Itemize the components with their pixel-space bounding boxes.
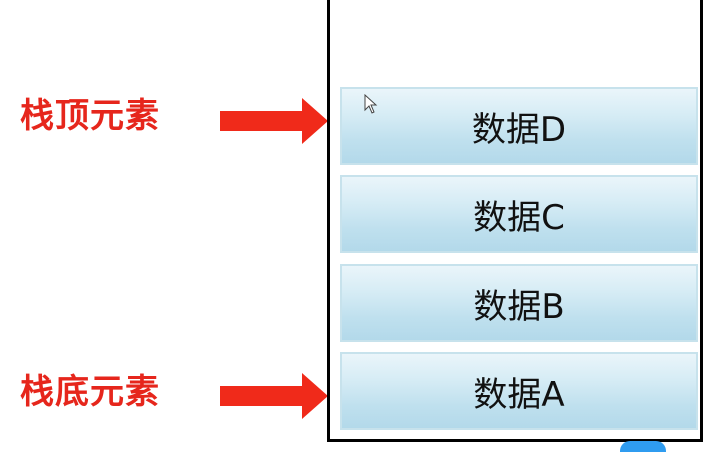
stack-item-c: 数据C <box>340 175 698 253</box>
mouse-pointer-icon <box>364 94 378 114</box>
stack-top-label: 栈顶元素 <box>20 96 160 136</box>
corner-badge <box>620 441 666 452</box>
stack-item-d: 数据D <box>340 87 698 165</box>
stack-item-a: 数据A <box>340 352 698 430</box>
right-arrow-icon <box>220 373 328 419</box>
stack-item-b: 数据B <box>340 264 698 342</box>
stack-bottom-label: 栈底元素 <box>20 372 160 412</box>
right-arrow-icon <box>220 98 328 144</box>
